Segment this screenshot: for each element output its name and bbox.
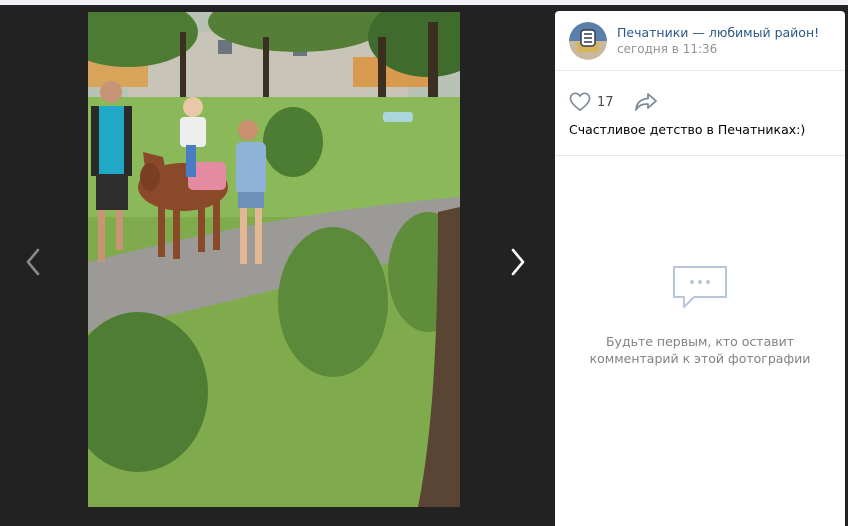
- photo-viewer: [0, 5, 555, 526]
- divider: [555, 155, 845, 156]
- post-timestamp[interactable]: сегодня в 11:36: [617, 41, 819, 58]
- heart-icon: [569, 92, 591, 111]
- community-logo-icon: [569, 21, 607, 60]
- empty-comments-line-2: комментарий к этой фотографии: [589, 351, 811, 366]
- empty-comments-placeholder: Будьте первым, кто оставит комментарий к…: [555, 261, 845, 367]
- post-header: Печатники — любимый район! сегодня в 11:…: [555, 11, 845, 71]
- post-meta: Печатники — любимый район! сегодня в 11:…: [617, 24, 819, 58]
- photo[interactable]: [88, 12, 460, 507]
- share-arrow-icon: [634, 93, 657, 111]
- like-button[interactable]: 17: [569, 92, 614, 112]
- post-text: Счастливое детство в Печатниках:): [569, 122, 806, 137]
- author-link[interactable]: Печатники — любимый район!: [617, 24, 819, 41]
- next-photo-button[interactable]: [503, 242, 533, 282]
- share-button[interactable]: [634, 92, 658, 112]
- comment-bubble-icon: [673, 266, 727, 308]
- chevron-left-icon: [26, 248, 40, 276]
- chevron-right-icon: [511, 248, 525, 276]
- previous-photo-button[interactable]: [18, 242, 48, 282]
- empty-comments-line-1: Будьте первым, кто оставит: [605, 334, 795, 349]
- post-actions: 17: [555, 71, 845, 115]
- avatar[interactable]: [569, 21, 607, 60]
- post-side-panel: Печатники — любимый район! сегодня в 11:…: [555, 11, 845, 526]
- photo-image: [88, 12, 460, 507]
- like-count: 17: [597, 94, 614, 110]
